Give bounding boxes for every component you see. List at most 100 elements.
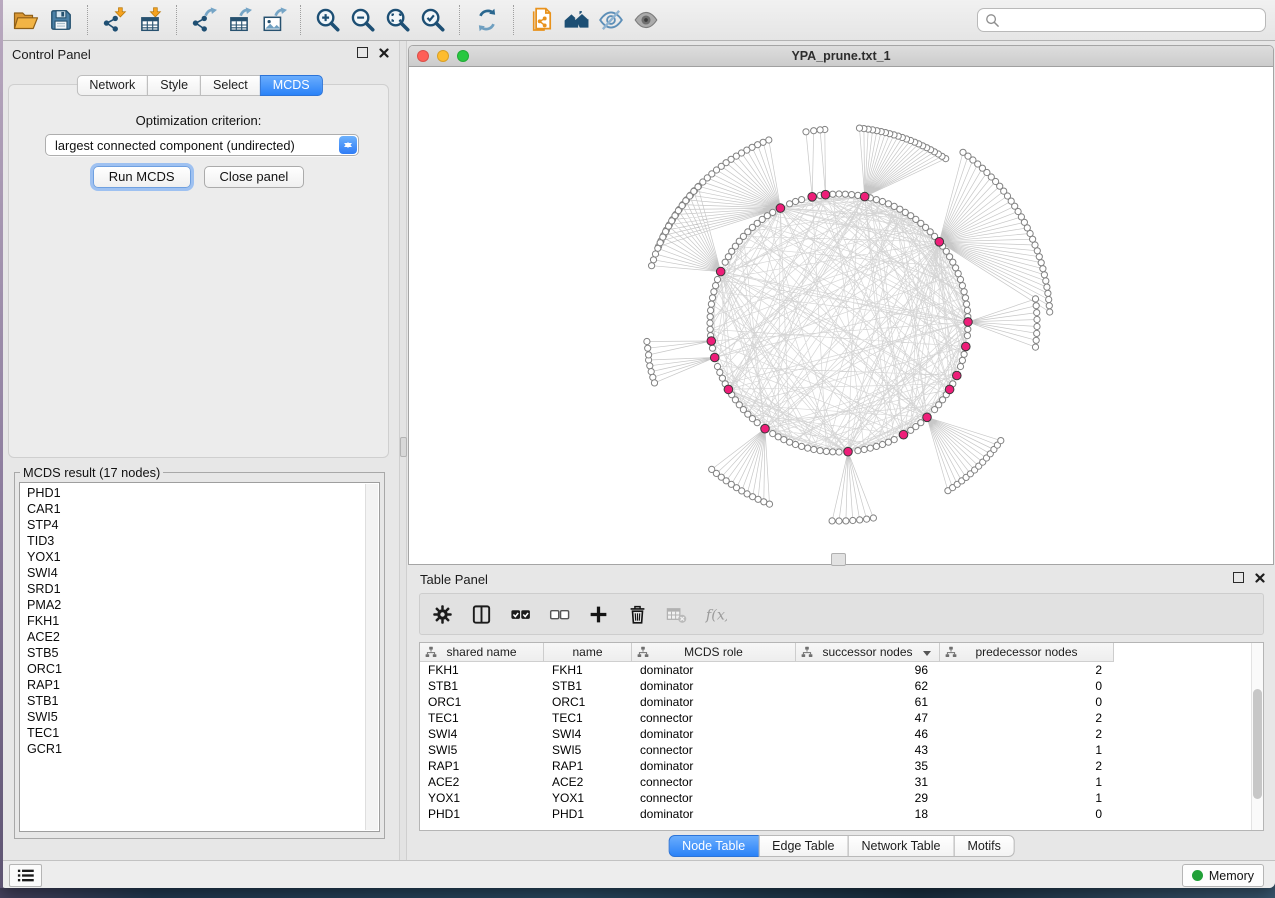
table-body: FKH1FKH1dominator962STB1STB1dominator620…: [420, 662, 1263, 822]
hide-selected-button[interactable]: [593, 4, 628, 36]
list-item[interactable]: GCR1: [27, 741, 379, 757]
list-item[interactable]: STB1: [27, 693, 379, 709]
scrollbar-thumb[interactable]: [1253, 689, 1262, 799]
tab-edge-table[interactable]: Edge Table: [758, 835, 848, 857]
vertical-splitter-handle[interactable]: [400, 437, 407, 457]
table-row[interactable]: STB1STB1dominator620: [420, 678, 1263, 694]
add-column-button[interactable]: [586, 602, 610, 626]
list-item[interactable]: ORC1: [27, 661, 379, 677]
table-cell: PHD1: [544, 807, 632, 821]
table-row[interactable]: PHD1PHD1dominator180: [420, 806, 1263, 822]
toolbar-separator: [87, 5, 88, 35]
list-item[interactable]: SRD1: [27, 581, 379, 597]
network-graph[interactable]: [409, 67, 1273, 565]
table-cell: 1: [940, 775, 1114, 789]
control-panel-header: Control Panel: [0, 41, 399, 67]
list-item[interactable]: FKH1: [27, 613, 379, 629]
mcds-result-list[interactable]: PHD1CAR1STP4TID3YOX1SWI4SRD1PMA2FKH1ACE2…: [19, 482, 380, 832]
select-stepper-icon[interactable]: [339, 136, 357, 154]
memory-button[interactable]: Memory: [1182, 864, 1264, 887]
table-row[interactable]: ORC1ORC1dominator610: [420, 694, 1263, 710]
close-panel-icon[interactable]: [379, 48, 389, 58]
table-row[interactable]: SWI5SWI5connector431: [420, 742, 1263, 758]
list-item[interactable]: PMA2: [27, 597, 379, 613]
horizontal-splitter-handle[interactable]: [831, 553, 846, 566]
column-header-shared-name[interactable]: shared name: [420, 643, 544, 662]
list-item[interactable]: TEC1: [27, 725, 379, 741]
list-item[interactable]: YOX1: [27, 549, 379, 565]
export-network-button[interactable]: [186, 4, 221, 36]
refresh-view-button[interactable]: [469, 4, 504, 36]
export-image-button[interactable]: [256, 4, 291, 36]
network-window-title: YPA_prune.txt_1: [791, 49, 890, 63]
run-mcds-button[interactable]: Run MCDS: [93, 166, 191, 188]
zoom-out-button[interactable]: [345, 4, 380, 36]
list-item[interactable]: ACE2: [27, 629, 379, 645]
list-item[interactable]: STB5: [27, 645, 379, 661]
list-item[interactable]: SWI4: [27, 565, 379, 581]
table-cell: 0: [940, 679, 1114, 693]
toolbar-separator: [300, 5, 301, 35]
table-row[interactable]: RAP1RAP1dominator352: [420, 758, 1263, 774]
list-scrollbar-track[interactable]: [365, 484, 378, 830]
deselect-all-columns-button[interactable]: [547, 602, 571, 626]
table-row[interactable]: SWI4SWI4dominator462: [420, 726, 1263, 742]
show-column-panes-icon: [470, 603, 493, 626]
open-file-icon: [13, 7, 39, 33]
table-cell: connector: [632, 711, 796, 725]
list-item[interactable]: SWI5: [27, 709, 379, 725]
table-row[interactable]: TEC1TEC1connector472: [420, 710, 1263, 726]
list-item[interactable]: TID3: [27, 533, 379, 549]
minimize-window-button[interactable]: [437, 50, 449, 62]
tab-style[interactable]: Style: [147, 75, 201, 96]
zoom-fit-button[interactable]: [380, 4, 415, 36]
column-header-predecessor-nodes[interactable]: predecessor nodes: [940, 643, 1114, 662]
table-row[interactable]: FKH1FKH1dominator962: [420, 662, 1263, 678]
zoom-selected-button[interactable]: [415, 4, 450, 36]
settings-gear-icon: [431, 603, 454, 626]
column-header-name[interactable]: name: [544, 643, 632, 662]
float-panel-icon[interactable]: [1233, 572, 1244, 583]
search-input[interactable]: [1004, 10, 1261, 30]
list-item[interactable]: CAR1: [27, 501, 379, 517]
home-network-button[interactable]: [558, 4, 593, 36]
table-scrollbar[interactable]: [1251, 643, 1263, 830]
tab-mcds[interactable]: MCDS: [260, 75, 323, 96]
list-item[interactable]: PHD1: [27, 485, 379, 501]
export-table-button[interactable]: [221, 4, 256, 36]
select-all-columns-button[interactable]: [508, 602, 532, 626]
column-header-successor-nodes[interactable]: successor nodes: [796, 643, 940, 662]
close-panel-icon[interactable]: [1255, 573, 1265, 583]
import-network-button[interactable]: [97, 4, 132, 36]
show-column-panes-button[interactable]: [469, 602, 493, 626]
show-all-button[interactable]: [628, 4, 663, 36]
zoom-in-button[interactable]: [310, 4, 345, 36]
table-row[interactable]: YOX1YOX1connector291: [420, 790, 1263, 806]
settings-gear-button[interactable]: [430, 602, 454, 626]
list-item[interactable]: STP4: [27, 517, 379, 533]
float-panel-icon[interactable]: [357, 47, 368, 58]
tab-motifs[interactable]: Motifs: [953, 835, 1014, 857]
open-file-button[interactable]: [8, 4, 43, 36]
network-canvas[interactable]: [409, 67, 1273, 564]
show-panels-button[interactable]: [9, 864, 42, 887]
search-box[interactable]: [977, 8, 1266, 32]
optimization-criterion-select[interactable]: largest connected component (undirected): [45, 134, 359, 156]
network-window-titlebar[interactable]: YPA_prune.txt_1: [409, 46, 1273, 67]
import-table-button[interactable]: [132, 4, 167, 36]
zoom-window-button[interactable]: [457, 50, 469, 62]
tab-node-table[interactable]: Node Table: [668, 835, 759, 857]
close-window-button[interactable]: [417, 50, 429, 62]
share-document-button[interactable]: [523, 4, 558, 36]
list-item[interactable]: RAP1: [27, 677, 379, 693]
tab-select[interactable]: Select: [200, 75, 261, 96]
save-session-button[interactable]: [43, 4, 78, 36]
table-row[interactable]: ACE2ACE2connector311: [420, 774, 1263, 790]
column-header-MCDS-role[interactable]: MCDS role: [632, 643, 796, 662]
tab-network-table[interactable]: Network Table: [848, 835, 955, 857]
memory-label: Memory: [1209, 869, 1254, 883]
delete-column-button[interactable]: [625, 602, 649, 626]
tab-network[interactable]: Network: [76, 75, 148, 96]
close-panel-button[interactable]: Close panel: [204, 166, 305, 188]
vertical-splitter[interactable]: [399, 41, 407, 861]
